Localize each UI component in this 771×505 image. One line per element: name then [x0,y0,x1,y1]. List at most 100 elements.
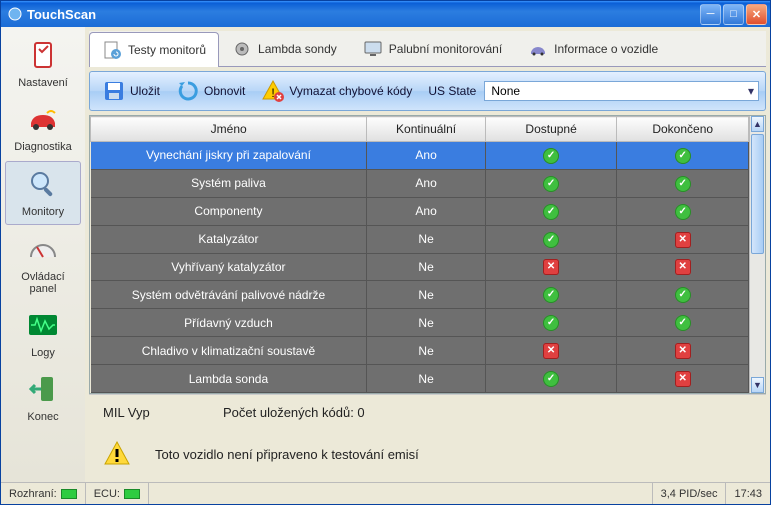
interface-led-icon [61,489,77,499]
col-name[interactable]: Jméno [91,117,367,142]
cell-name: Vyhřívaný katalyzátor [91,253,367,281]
close-button[interactable]: ✕ [746,4,767,25]
cell-continuous: Ne [367,225,485,253]
table-row[interactable]: Systém palivaAno✓✓ [91,169,749,197]
cell-continuous: Ne [367,365,485,393]
clear-codes-button[interactable]: ! Vymazat chybové kódy [255,76,418,106]
tab-label: Testy monitorů [128,43,206,57]
pid-rate: 3,4 PID/sec [653,483,727,504]
refresh-icon [176,79,200,103]
waveform-icon [27,309,59,341]
cell-continuous: Ne [367,309,485,337]
cell-complete: ✓ [617,197,749,225]
col-continuous[interactable]: Kontinuální [367,117,485,142]
cell-available: ✓ [485,169,617,197]
table-row[interactable]: Chladivo v klimatizační soustavěNe✕✕ [91,337,749,365]
sidebar-item-label: Monitory [8,206,78,218]
cell-complete: ✓ [617,142,749,170]
tab-monitor-tests[interactable]: Testy monitorů [89,32,219,67]
cross-icon: ✕ [675,343,691,359]
sidebar-item-monitors[interactable]: Monitory [5,161,81,225]
check-icon: ✓ [675,148,691,164]
check-icon: ✓ [675,176,691,192]
ecu-led-icon [124,489,140,499]
check-icon: ✓ [543,287,559,303]
check-icon: ✓ [543,315,559,331]
mil-status-row: MIL Vyp Počet uložených kódů: 0 [89,394,766,430]
minimize-button[interactable]: ─ [700,4,721,25]
check-icon: ✓ [543,176,559,192]
maximize-button[interactable]: □ [723,4,744,25]
us-state-value: None [491,84,520,98]
cell-complete: ✕ [617,337,749,365]
cell-name: Chladivo v klimatizační soustavě [91,337,367,365]
button-label: Uložit [130,84,160,98]
vertical-scrollbar[interactable]: ▲ ▼ [749,116,765,393]
cell-continuous: Ano [367,169,485,197]
clipboard-refresh-icon [102,40,122,60]
cell-available: ✓ [485,142,617,170]
sidebar-item-settings[interactable]: Nastavení [5,33,81,95]
interface-status: Rozhraní: [1,483,86,504]
table-row[interactable]: Přídavný vzduchNe✓✓ [91,309,749,337]
table-row[interactable]: KatalyzátorNe✓✕ [91,225,749,253]
check-icon: ✓ [543,232,559,248]
toolbar: Uložit Obnovit ! Vymazat chybové kódy US… [89,71,766,111]
tab-label: Informace o vozidle [554,42,658,56]
table-row[interactable]: Systém odvětrávání palivové nádržeNe✓✓ [91,281,749,309]
sidebar-item-label: Nastavení [7,77,79,89]
tab-onboard[interactable]: Palubní monitorování [350,31,515,66]
col-complete[interactable]: Dokončeno [617,117,749,142]
save-button[interactable]: Uložit [96,76,166,106]
app-icon [7,6,23,22]
ecu-status: ECU: [86,483,149,504]
warning-icon [103,440,131,468]
exit-icon [27,373,59,405]
table-row[interactable]: Vyhřívaný katalyzátorNe✕✕ [91,253,749,281]
scroll-up-icon[interactable]: ▲ [751,116,764,132]
monitors-table: Jméno Kontinuální Dostupné Dokončeno Vyn… [90,116,749,393]
table-row[interactable]: ComponentyAno✓✓ [91,197,749,225]
cell-available: ✓ [485,197,617,225]
sidebar-item-label: Konec [7,411,79,423]
us-state-select[interactable]: None [484,81,759,101]
tab-bar: Testy monitorů Lambda sondy Palubní moni… [89,31,766,67]
cross-icon: ✕ [675,259,691,275]
cell-available: ✓ [485,365,617,393]
tab-lambda[interactable]: Lambda sondy [219,31,350,66]
scroll-down-icon[interactable]: ▼ [751,377,764,393]
cell-name: Vynechání jiskry při zapalování [91,142,367,170]
sidebar-item-label: Diagnostika [7,141,79,153]
interface-label: Rozhraní: [9,488,57,500]
cell-complete: ✓ [617,169,749,197]
ecu-label: ECU: [94,488,120,500]
cell-name: Lambda sonda [91,365,367,393]
mil-status: MIL Vyp [103,405,223,420]
sidebar-item-exit[interactable]: Konec [5,367,81,429]
check-icon: ✓ [543,148,559,164]
sidebar-item-label: Ovládací panel [7,271,79,295]
sidebar-item-label: Logy [7,347,79,359]
table-row[interactable]: Vynechání jiskry při zapalováníAno✓✓ [91,142,749,170]
cell-complete: ✓ [617,309,749,337]
readiness-warning: Toto vozidlo není připraveno k testování… [89,430,766,478]
button-label: Obnovit [204,84,245,98]
cross-icon: ✕ [675,371,691,387]
sidebar-item-dashboard[interactable]: Ovládací panel [5,227,81,301]
sidebar-item-diagnostics[interactable]: Diagnostika [5,97,81,159]
cell-continuous: Ne [367,281,485,309]
save-icon [102,79,126,103]
table-row[interactable]: Lambda sondaNe✓ ✕ [91,365,749,393]
cell-complete: ✕ [617,253,749,281]
col-available[interactable]: Dostupné [485,117,617,142]
tab-vehicle-info[interactable]: Informace o vozidle [515,31,671,66]
scroll-thumb[interactable] [751,134,764,254]
warning-x-icon: ! [261,79,285,103]
sidebar-item-logs[interactable]: Logy [5,303,81,365]
cell-available: ✓ [485,309,617,337]
refresh-button[interactable]: Obnovit [170,76,251,106]
cell-name: Katalyzátor [91,225,367,253]
cell-available: ✓ [485,281,617,309]
check-icon: ✓ [543,204,559,220]
cell-continuous: Ano [367,197,485,225]
